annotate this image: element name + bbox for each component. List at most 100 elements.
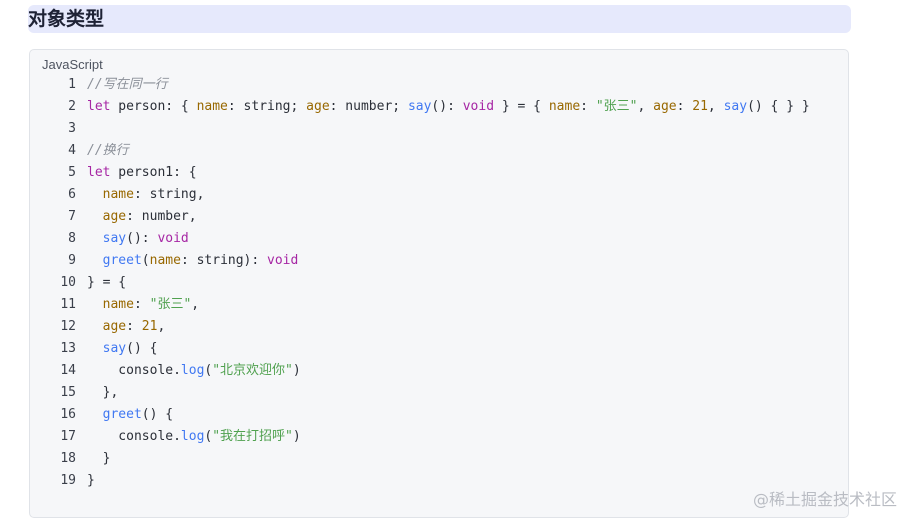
code-line: 18 } <box>30 448 848 470</box>
code-token: console. <box>87 363 181 378</box>
code-line: 9 greet(name: string): void <box>30 250 848 272</box>
code-line: 8 say(): void <box>30 228 848 250</box>
line-number: 6 <box>68 187 76 202</box>
code-line: 3 <box>30 118 848 140</box>
code-text: age: number, <box>87 206 197 228</box>
code-token: name <box>548 99 581 114</box>
code-line: 4 //换行 <box>30 140 848 162</box>
code-token: person: { <box>110 99 197 114</box>
code-token: age <box>653 99 677 114</box>
code-token: 21 <box>141 319 158 334</box>
code-token: () { <box>126 341 158 356</box>
code-line: 10 } = { <box>30 272 848 294</box>
line-number: 5 <box>68 165 76 180</box>
code-token: } <box>87 451 111 466</box>
code-line: 7 age: number, <box>30 206 848 228</box>
code-text: greet(name: string): void <box>87 250 299 272</box>
code-text: console.log("我在打招呼") <box>87 426 300 448</box>
code-token: say <box>407 99 432 114</box>
code-token: void <box>462 99 495 114</box>
line-number: 15 <box>60 385 76 400</box>
code-line: 17 console.log("我在打招呼") <box>30 426 848 448</box>
code-token: //换行 <box>87 143 129 158</box>
code-lines: 1//写在同一行 2 let person: { name: string; age… <box>30 74 848 492</box>
code-line: 14 console.log("北京欢迎你") <box>30 360 848 382</box>
line-number: 16 <box>60 407 76 422</box>
code-token: : <box>126 319 142 334</box>
code-text: } <box>87 448 111 470</box>
code-token: person1: { <box>110 165 197 180</box>
section-heading-bar: 对象类型 <box>28 5 851 33</box>
line-number: 1 <box>68 77 76 92</box>
code-text: } <box>87 470 95 492</box>
line-number: 19 <box>60 473 76 488</box>
code-line: 13 say() { <box>30 338 848 360</box>
code-token: : string; <box>227 99 307 114</box>
code-text: //写在同一行 <box>87 74 168 96</box>
line-number: 4 <box>68 143 76 158</box>
line-number: 7 <box>68 209 76 224</box>
code-token: ( <box>141 253 150 268</box>
code-line: 15 }, <box>30 382 848 404</box>
code-token: : string, <box>133 187 205 202</box>
code-token: name <box>102 187 134 202</box>
line-number: 13 <box>60 341 76 356</box>
code-token: } <box>87 473 95 488</box>
code-token: , <box>707 99 724 114</box>
code-token: log <box>180 363 205 378</box>
line-number: 11 <box>60 297 76 312</box>
code-token: say <box>723 99 748 114</box>
code-token: : number, <box>126 209 197 224</box>
code-token: 21 <box>692 99 708 114</box>
code-token: , <box>637 99 654 114</box>
code-token: void <box>267 253 299 268</box>
code-token: "我在打招呼" <box>212 429 293 444</box>
code-token: , <box>191 297 200 312</box>
code-line: 12 age: 21, <box>30 316 848 338</box>
code-text: let person: { name: string; age: number;… <box>87 96 810 118</box>
code-token: say <box>102 231 127 246</box>
code-line: 19} <box>30 470 848 492</box>
line-number: 12 <box>60 319 76 334</box>
code-token: "张三" <box>595 99 638 114</box>
section-title: 对象类型 <box>28 8 105 30</box>
code-text: say() { <box>87 338 158 360</box>
code-token: } = { <box>87 275 127 290</box>
code-token: console. <box>87 429 181 444</box>
code-text: } = { <box>87 272 126 294</box>
code-token: say <box>102 341 127 356</box>
code-token: : number; <box>329 99 408 114</box>
code-token: }, <box>87 385 119 400</box>
code-token: (): <box>126 231 158 246</box>
code-text: let person1: { <box>87 162 197 184</box>
line-number: 17 <box>60 429 76 444</box>
code-line: 5 let person1: { <box>30 162 848 184</box>
code-line: 6 name: string, <box>30 184 848 206</box>
code-token: } = { <box>494 99 549 114</box>
line-number: 10 <box>60 275 76 290</box>
code-text: greet() { <box>87 404 173 426</box>
code-token: : string): <box>180 253 268 268</box>
code-token: //写在同一行 <box>87 77 168 92</box>
code-token: age <box>102 319 127 334</box>
code-text: //换行 <box>87 140 129 162</box>
line-number: 9 <box>68 253 76 268</box>
code-token: () { } } <box>747 99 810 114</box>
line-number: 3 <box>68 121 76 136</box>
code-text: name: string, <box>87 184 205 206</box>
line-number: 14 <box>60 363 76 378</box>
code-token: () { <box>141 407 174 422</box>
code-text: name: "张三", <box>87 294 199 316</box>
code-token: greet <box>102 407 142 422</box>
code-token: "张三" <box>149 297 192 312</box>
site-watermark: @稀土掘金技术社区 <box>752 490 897 509</box>
code-line: 16 greet() { <box>30 404 848 426</box>
code-token: name <box>196 99 228 114</box>
